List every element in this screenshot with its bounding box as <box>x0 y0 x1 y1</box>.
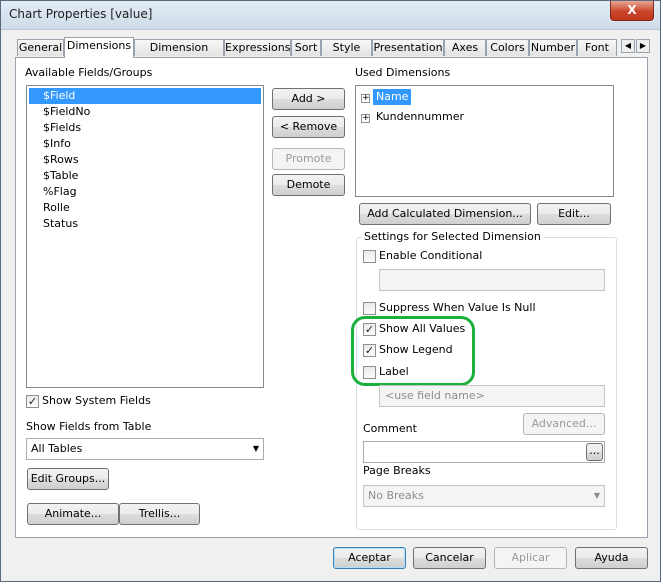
tab-colors[interactable]: Colors <box>486 39 529 56</box>
add-calculated-dimension-button[interactable]: Add Calculated Dimension... <box>359 203 531 225</box>
window-title: Chart Properties [value] <box>9 7 153 21</box>
tab-axes[interactable]: Axes <box>444 39 486 56</box>
ok-button[interactable]: Aceptar <box>333 547 406 569</box>
list-item[interactable]: $Table <box>43 169 78 182</box>
remove-button[interactable]: < Remove <box>272 116 345 138</box>
tab-font[interactable]: Font <box>577 39 617 56</box>
dimensions-panel: Available Fields/Groups $Field $FieldNo … <box>15 57 648 538</box>
list-item[interactable]: %Flag <box>43 185 77 198</box>
table-select-value: All Tables <box>31 442 83 455</box>
condition-field[interactable] <box>379 269 605 291</box>
list-item[interactable]: $Info <box>43 137 71 150</box>
list-item[interactable]: Rolle <box>43 201 70 214</box>
apply-button[interactable]: Aplicar <box>494 547 567 569</box>
available-fields-list[interactable]: $Field $FieldNo $Fields $Info $Rows $Tab… <box>26 85 264 388</box>
tab-scroll-right-icon[interactable]: ▶ <box>636 39 650 53</box>
edit-groups-button[interactable]: Edit Groups... <box>27 468 109 490</box>
list-item[interactable]: Status <box>43 217 78 230</box>
edit-dimension-button[interactable]: Edit... <box>537 203 611 225</box>
cancel-button[interactable]: Cancelar <box>413 547 486 569</box>
enable-conditional-label: Enable Conditional <box>379 249 483 262</box>
expand-icon[interactable]: + <box>361 114 370 123</box>
tab-scroll-left-icon[interactable]: ◀ <box>621 39 635 53</box>
list-item[interactable]: $Field <box>29 88 261 104</box>
tab-dimension-limits[interactable]: Dimension Limits <box>134 39 224 69</box>
suppress-null-checkbox[interactable] <box>363 302 376 315</box>
comment-label: Comment <box>363 422 417 435</box>
list-item[interactable]: Name <box>373 89 412 105</box>
suppress-null-label: Suppress When Value Is Null <box>379 301 536 314</box>
label-field[interactable]: <use field name> <box>379 385 605 407</box>
tab-number[interactable]: Number <box>529 39 577 56</box>
list-item[interactable]: Kundennummer <box>376 110 464 123</box>
chart-properties-dialog: Chart Properties [value] X General Dimen… <box>0 0 661 582</box>
show-system-fields-label: Show System Fields <box>42 394 151 407</box>
show-fields-from-table-label: Show Fields from Table <box>26 420 152 433</box>
page-breaks-label: Page Breaks <box>363 464 431 477</box>
list-item[interactable]: $Rows <box>43 153 79 166</box>
trellis-button[interactable]: Trellis... <box>119 503 200 525</box>
available-fields-label: Available Fields/Groups <box>25 66 153 79</box>
add-button[interactable]: Add > <box>272 88 345 110</box>
promote-button[interactable]: Promote <box>272 148 345 170</box>
settings-group-label: Settings for Selected Dimension <box>362 230 543 243</box>
tab-style[interactable]: Style <box>321 39 372 56</box>
tab-presentation[interactable]: Presentation <box>372 39 444 56</box>
page-breaks-select[interactable]: No Breaks ▼ <box>363 485 605 507</box>
list-item[interactable]: $Fields <box>43 121 81 134</box>
tab-dimensions[interactable]: Dimensions <box>64 37 134 58</box>
tab-sort[interactable]: Sort <box>291 39 321 56</box>
chevron-down-icon: ▼ <box>252 444 259 453</box>
table-select[interactable]: All Tables ▼ <box>26 438 264 460</box>
highlight-annotation <box>351 316 475 386</box>
close-button[interactable]: X <box>610 1 654 21</box>
show-system-fields-checkbox[interactable]: ✓ <box>26 395 39 408</box>
tab-expressions[interactable]: Expressions <box>224 39 291 56</box>
help-button[interactable]: Ayuda <box>575 547 648 569</box>
title-bar: Chart Properties [value] X <box>1 1 660 30</box>
page-breaks-value: No Breaks <box>368 489 424 502</box>
chevron-down-icon: ▼ <box>593 491 600 500</box>
demote-button[interactable]: Demote <box>272 174 345 196</box>
used-dimensions-list[interactable]: + Name + Kundennummer <box>355 85 614 197</box>
tab-general[interactable]: General <box>17 39 64 56</box>
list-item[interactable]: $FieldNo <box>43 105 90 118</box>
comment-field[interactable] <box>363 441 605 463</box>
enable-conditional-checkbox[interactable] <box>363 250 376 263</box>
animate-button[interactable]: Animate... <box>27 503 119 525</box>
advanced-button[interactable]: Advanced... <box>523 413 605 435</box>
used-dimensions-label: Used Dimensions <box>355 66 451 79</box>
comment-more-button[interactable]: ... <box>586 443 603 461</box>
expand-icon[interactable]: + <box>361 94 370 103</box>
